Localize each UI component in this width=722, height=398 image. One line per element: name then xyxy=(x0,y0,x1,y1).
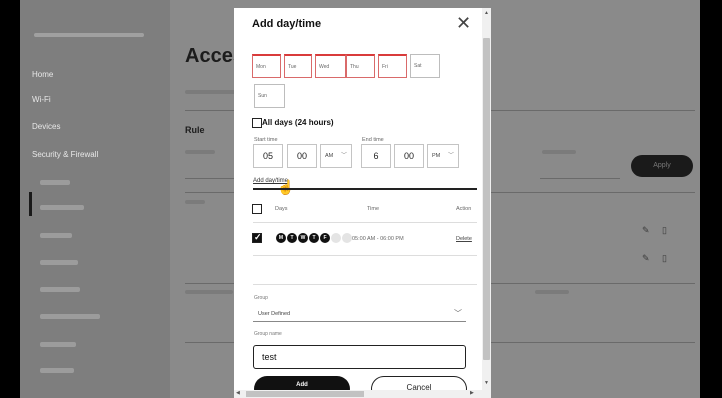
horizontal-scroll-thumb[interactable] xyxy=(246,391,364,397)
letterbox-right xyxy=(700,0,722,398)
sidebar-item-security[interactable]: Security & Firewall xyxy=(32,150,98,159)
section-label-placeholder xyxy=(535,290,569,294)
apply-button[interactable]: Apply xyxy=(631,155,693,177)
scroll-up-arrow-icon[interactable]: ▲ xyxy=(484,10,489,16)
vertical-scroll-thumb[interactable] xyxy=(483,38,490,360)
field-label-placeholder xyxy=(542,150,576,154)
sidebar-subitem[interactable] xyxy=(40,287,80,292)
scroll-left-arrow-icon[interactable]: ◀ xyxy=(236,390,240,396)
vertical-scrollbar[interactable]: ▲ ▼ xyxy=(482,8,491,390)
sidebar-header-placeholder xyxy=(34,33,144,37)
column-header-placeholder xyxy=(185,200,205,204)
sidebar-item-wifi[interactable]: Wi-Fi xyxy=(32,95,51,104)
sidebar-item-devices[interactable]: Devices xyxy=(32,122,60,131)
sidebar-item-home[interactable]: Home xyxy=(32,70,53,79)
sidebar-subitem[interactable] xyxy=(40,233,72,238)
sidebar-subitem[interactable] xyxy=(40,342,76,347)
scroll-right-arrow-icon[interactable]: ▶ xyxy=(470,390,474,396)
modal-scroll-container: ▲ ▼ ◀ ▶ xyxy=(234,8,491,398)
sidebar-subitem[interactable] xyxy=(40,368,74,373)
sidebar-subitem[interactable] xyxy=(40,314,100,319)
scroll-down-arrow-icon[interactable]: ▼ xyxy=(484,380,489,386)
edit-icon[interactable]: ✎ xyxy=(642,225,650,236)
delete-icon[interactable]: ▯ xyxy=(662,253,667,264)
section-label-placeholder xyxy=(185,290,233,294)
sidebar-active-indicator xyxy=(29,192,32,216)
field-label-placeholder xyxy=(185,150,215,154)
sidebar: Home Wi-Fi Devices Security & Firewall xyxy=(20,0,170,398)
screen: Home Wi-Fi Devices Security & Firewall A… xyxy=(0,0,722,398)
edit-icon[interactable]: ✎ xyxy=(642,253,650,264)
sidebar-subitem[interactable] xyxy=(40,180,70,185)
rule-label: Rule xyxy=(185,125,205,135)
sidebar-subitem[interactable] xyxy=(40,205,84,210)
delete-icon[interactable]: ▯ xyxy=(662,225,667,236)
horizontal-scrollbar[interactable]: ◀ ▶ xyxy=(234,390,491,398)
letterbox-left xyxy=(0,0,20,398)
sidebar-subitem[interactable] xyxy=(40,260,78,265)
field-underline[interactable] xyxy=(540,178,620,179)
